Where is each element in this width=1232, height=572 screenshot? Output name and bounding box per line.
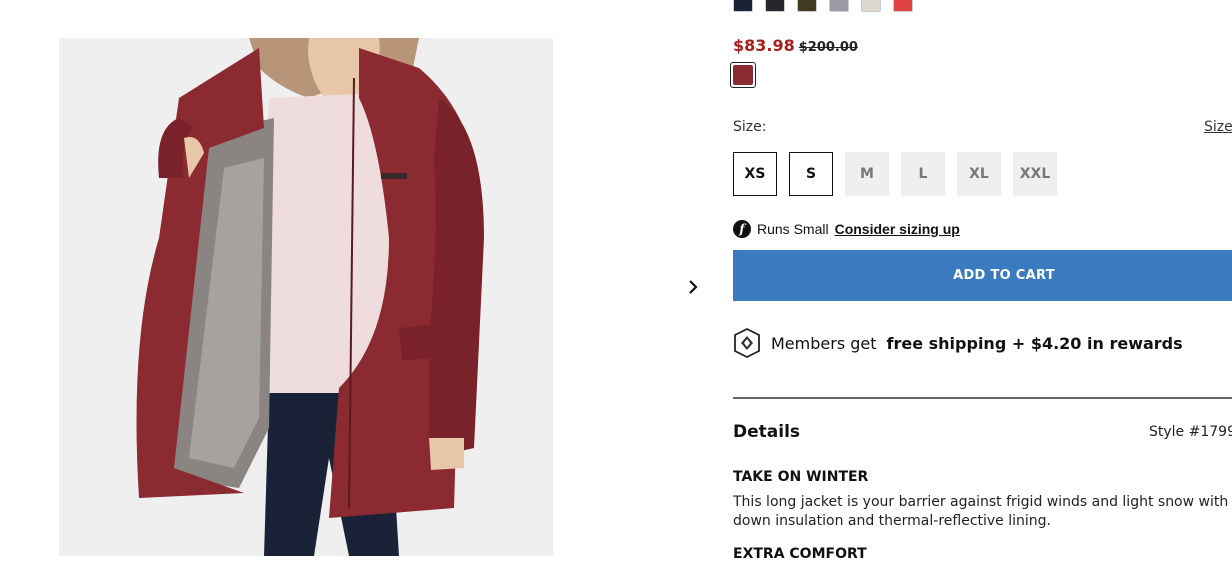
color-swatch[interactable] (829, 0, 849, 12)
members-offer: free shipping + $4.20 in rewards (886, 333, 1183, 353)
add-to-cart-label: ADD TO CART (953, 268, 1055, 283)
sizing-up-link[interactable]: Consider sizing up (835, 221, 960, 237)
members-badge-icon (734, 328, 760, 358)
section-description: This long jacket is your barrier against… (733, 493, 1232, 531)
members-prefix: Members get (771, 333, 877, 353)
color-swatch[interactable] (733, 0, 753, 12)
jacket-illustration (59, 38, 553, 556)
size-label: Size: (733, 119, 767, 135)
style-number: Style #17997 (1149, 424, 1232, 440)
fit-icon: f (733, 220, 751, 238)
color-swatch[interactable] (893, 0, 913, 12)
description-line: down insulation and thermal-reflective l… (733, 513, 1051, 529)
section-heading-extra-comfort: EXTRA COMFORT (733, 546, 867, 562)
chevron-right-icon (689, 280, 698, 294)
sale-price: $83.98 (733, 36, 795, 55)
section-heading-take-on-winter: TAKE ON WINTER (733, 469, 869, 485)
gallery-next-button[interactable] (682, 276, 704, 298)
color-swatch-row (733, 0, 913, 12)
selected-color-swatch[interactable] (730, 62, 756, 88)
members-promo: Members get free shipping + $4.20 in rew… (733, 328, 1183, 358)
description-line: This long jacket is your barrier against… (733, 494, 1232, 510)
size-guide-link[interactable]: Size (1204, 119, 1232, 135)
color-swatch[interactable] (861, 0, 881, 12)
selected-color-fill (733, 65, 753, 85)
product-image (59, 38, 553, 556)
fit-text: Runs Small (757, 221, 829, 237)
size-option-xxl[interactable]: XXL (1013, 152, 1057, 196)
add-to-cart-button[interactable]: ADD TO CART (733, 250, 1232, 301)
color-swatch[interactable] (765, 0, 785, 12)
color-swatch[interactable] (797, 0, 817, 12)
size-option-xs[interactable]: XS (733, 152, 777, 196)
original-price: $200.00 (798, 40, 858, 55)
fit-guidance: f Runs Small Consider sizing up (733, 220, 960, 238)
details-divider (733, 397, 1232, 399)
size-option-l[interactable]: L (901, 152, 945, 196)
size-option-xl[interactable]: XL (957, 152, 1001, 196)
size-option-m[interactable]: M (845, 152, 889, 196)
size-option-s[interactable]: S (789, 152, 833, 196)
details-heading[interactable]: Details (733, 422, 800, 442)
price-row: $83.98 $200.00 (733, 36, 858, 55)
